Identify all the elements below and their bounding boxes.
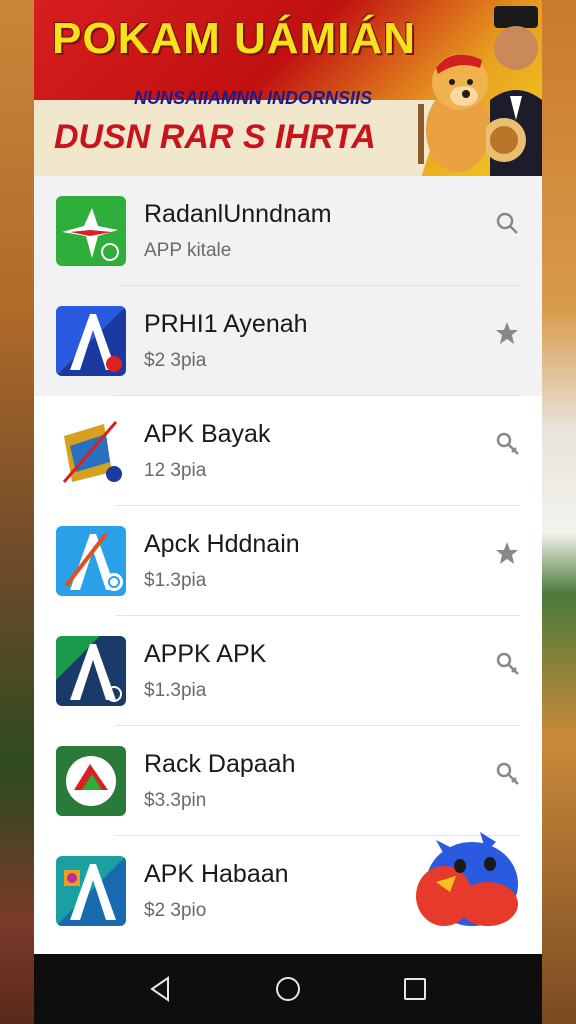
list-item[interactable]: Apck Hddnain $1.3pia	[34, 506, 542, 616]
background-left-scenery	[0, 0, 34, 1024]
promo-banner[interactable]: POKAM UÁMIÁN NUNSAIIAMNN INDORNSIIS DUSN…	[34, 0, 542, 176]
app-title: Rack Dapaah	[144, 750, 296, 778]
app-subtitle: $2 3pio	[144, 900, 207, 921]
flag-app-icon	[56, 416, 126, 486]
list-item[interactable]: RadanlUnndnam APP kitale	[34, 176, 542, 286]
app-title: PRHI1 Ayenah	[144, 310, 308, 338]
letter-a-app-icon	[56, 526, 126, 596]
system-navigation-bar	[34, 954, 542, 1024]
banner-title: POKAM UÁMIÁN	[52, 14, 416, 63]
star-icon[interactable]	[494, 540, 520, 566]
app-title: APPK APK	[144, 640, 267, 668]
app-subtitle: $1.3pia	[144, 680, 207, 701]
app-title: APK Habaan	[144, 860, 289, 888]
home-icon[interactable]	[273, 974, 303, 1004]
list-item[interactable]: APK Bayak 12 3pia	[34, 396, 542, 506]
app-subtitle: $3.3pin	[144, 790, 207, 811]
settings-icon[interactable]	[494, 760, 520, 786]
search-icon[interactable]	[494, 210, 520, 236]
letter-a-app-icon	[56, 636, 126, 706]
background-right-scenery	[542, 0, 576, 1024]
list-item[interactable]: PRHI1 Ayenah $2 3pia	[34, 286, 542, 396]
app-subtitle: $2 3pia	[144, 350, 207, 371]
list-item[interactable]: Rack Dapaah $3.3pin	[34, 726, 542, 836]
star-app-icon	[56, 196, 126, 266]
app-title: Apck Hddnain	[144, 530, 300, 558]
app-title: RadanlUnndnam	[144, 200, 332, 228]
letter-a-app-icon	[56, 306, 126, 376]
letter-a-app-icon	[56, 856, 126, 926]
banner-tagline: DUSN RAR S IHRTA	[54, 118, 376, 156]
banner-subtitle: NUNSAIIAMNN INDORNSIIS	[134, 88, 373, 108]
app-subtitle: 12 3pia	[144, 460, 207, 481]
star-icon[interactable]	[494, 320, 520, 346]
bird-mascot-icon[interactable]	[416, 830, 522, 930]
back-icon[interactable]	[146, 974, 176, 1004]
settings-icon[interactable]	[494, 430, 520, 456]
app-subtitle: APP kitale	[144, 240, 232, 261]
recents-icon[interactable]	[400, 974, 430, 1004]
settings-icon[interactable]	[494, 650, 520, 676]
person-illustration	[486, 6, 542, 176]
app-subtitle: $1.3pia	[144, 570, 207, 591]
circle-app-icon	[56, 746, 126, 816]
app-title: APK Bayak	[144, 420, 271, 448]
list-item[interactable]: APPK APK $1.3pia	[34, 616, 542, 726]
